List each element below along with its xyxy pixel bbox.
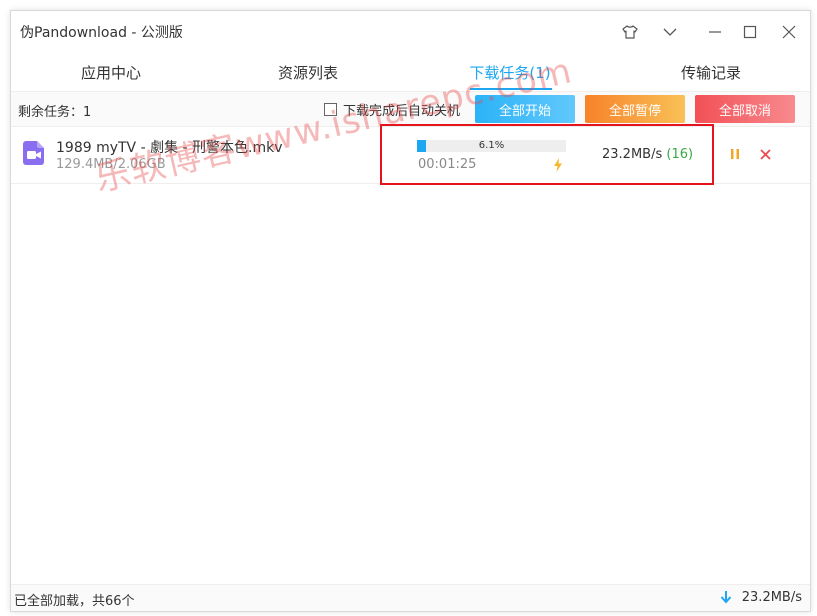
total-speed-value: 23.2MB/s [741,590,802,605]
close-icon [759,148,771,160]
minimize-icon[interactable] [704,21,726,43]
pause-all-button[interactable]: 全部暂停 [585,95,685,123]
tab-resource-list[interactable]: 资源列表 [208,62,408,83]
download-arrow-icon [720,590,732,603]
close-icon[interactable] [778,21,800,43]
tab-app-center[interactable]: 应用中心 [11,62,211,83]
highlight-box [380,124,714,185]
tab-transfer-history[interactable]: 传输记录 [611,62,810,83]
window-title: 伪Pandownload - 公测版 [20,25,183,41]
total-speed: 23.2MB/s [720,590,802,605]
status-bar: 已全部加载，共66个 23.2MB/s [11,584,810,611]
load-status: 已全部加载，共66个 [14,594,135,609]
titlebar: 伪Pandownload - 公测版 [11,11,810,53]
video-file-icon [23,141,44,165]
maximize-icon[interactable] [739,21,761,43]
remaining-tasks: 剩余任务：1 [18,105,92,120]
pause-task-button[interactable] [727,146,743,162]
cancel-task-button[interactable] [757,146,773,162]
app-window: 伪Pandownload - 公测版 应用中心 资源列表 下载任务(1) 传输记… [10,10,811,612]
chevron-down-icon[interactable] [659,21,681,43]
pause-icon [731,149,739,159]
shirt-icon[interactable] [619,21,641,43]
cancel-all-button[interactable]: 全部取消 [695,95,795,123]
